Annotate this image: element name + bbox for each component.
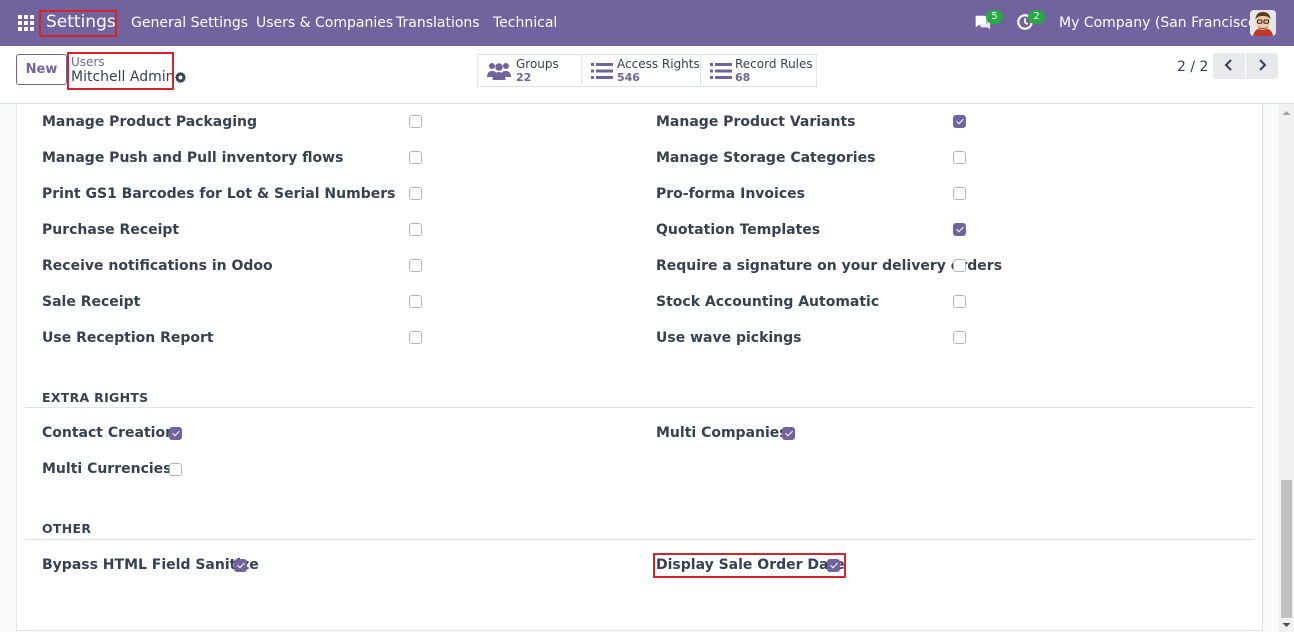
checkbox-require-signature[interactable] <box>953 259 966 272</box>
pager-previous-button[interactable] <box>1213 53 1245 79</box>
pager-value: 2 / 2 <box>1177 59 1209 75</box>
access-rights-stat-value: 546 <box>617 71 640 84</box>
checkbox-receive-notifications[interactable] <box>409 259 422 272</box>
checkbox-use-reception-report[interactable] <box>409 331 422 344</box>
checkbox-use-wave-pickings[interactable] <box>953 331 966 344</box>
menu-general-settings[interactable]: General Settings <box>131 15 248 31</box>
record-rules-stat-value: 68 <box>735 71 751 84</box>
pager-next-button[interactable] <box>1246 53 1278 79</box>
label-sale-receipt: Sale Receipt <box>42 294 141 310</box>
checkbox-multi-currencies[interactable] <box>169 463 182 476</box>
user-avatar[interactable] <box>1250 10 1276 36</box>
groups-stat-value: 22 <box>516 71 532 84</box>
label-manage-product-variants: Manage Product Variants <box>656 114 856 130</box>
checkbox-manage-product-packaging[interactable] <box>409 115 422 128</box>
section-divider <box>25 539 1254 540</box>
label-bypass-html-sanitize: Bypass HTML Field Sanitize <box>42 557 259 573</box>
access-rights-stat-button[interactable]: Access Rights 546 <box>581 54 701 87</box>
groups-stat-label: Groups <box>516 57 559 71</box>
label-multi-companies: Multi Companies <box>656 425 788 441</box>
list-icon <box>710 63 732 79</box>
label-contact-creation: Contact Creation <box>42 425 176 441</box>
messages-count-badge: 5 <box>986 10 1003 24</box>
checkbox-bypass-html-sanitize[interactable] <box>234 559 247 572</box>
breadcrumb-current-record: Mitchell Admin <box>71 69 175 85</box>
section-title-other: OTHER <box>42 521 92 536</box>
menu-technical[interactable]: Technical <box>493 15 557 31</box>
checkbox-purchase-receipt[interactable] <box>409 223 422 236</box>
checkbox-stock-accounting-automatic[interactable] <box>953 295 966 308</box>
new-button[interactable]: New <box>16 54 67 85</box>
checkbox-display-sale-order-date[interactable] <box>827 559 840 572</box>
top-navbar: Settings General Settings Users & Compan… <box>0 0 1294 46</box>
app-brand-settings[interactable]: Settings <box>40 10 122 37</box>
section-title-extra-rights: EXTRA RIGHTS <box>42 390 149 405</box>
record-rules-stat-button[interactable]: Record Rules 68 <box>700 54 817 87</box>
label-stock-accounting-automatic: Stock Accounting Automatic <box>656 294 880 310</box>
breadcrumb: Users Mitchell Admin <box>67 52 175 90</box>
menu-users-companies[interactable]: Users & Companies <box>256 15 393 31</box>
scroll-up-arrow-icon[interactable] <box>1281 108 1292 118</box>
list-icon <box>591 63 613 79</box>
scroll-down-arrow-icon[interactable] <box>1281 620 1292 630</box>
label-purchase-receipt: Purchase Receipt <box>42 222 180 238</box>
checkbox-contact-creation[interactable] <box>169 427 182 440</box>
access-rights-stat-label: Access Rights <box>617 57 700 71</box>
label-use-wave-pickings: Use wave pickings <box>656 330 802 346</box>
label-pro-forma-invoices: Pro-forma Invoices <box>656 186 805 202</box>
gear-icon[interactable] <box>174 71 187 84</box>
checkbox-print-gs1-barcodes[interactable] <box>409 187 422 200</box>
checkbox-manage-push-pull-flows[interactable] <box>409 151 422 164</box>
label-manage-storage-categories: Manage Storage Categories <box>656 150 876 166</box>
groups-stat-button[interactable]: Groups 22 <box>477 54 582 87</box>
activities-count-badge: 2 <box>1028 10 1045 24</box>
apps-grid-icon[interactable] <box>16 13 36 33</box>
users-group-icon <box>487 63 511 80</box>
checkbox-pro-forma-invoices[interactable] <box>953 187 966 200</box>
record-rules-stat-label: Record Rules <box>735 57 813 71</box>
label-manage-product-packaging: Manage Product Packaging <box>42 114 258 130</box>
label-manage-push-pull-flows: Manage Push and Pull inventory flows <box>42 150 344 166</box>
scrollbar-thumb[interactable] <box>1281 480 1292 618</box>
chevron-left-icon <box>1224 58 1232 71</box>
label-display-sale-order-date: Display Sale Order Date <box>656 557 845 573</box>
label-print-gs1-barcodes: Print GS1 Barcodes for Lot & Serial Numb… <box>42 186 396 202</box>
checkbox-manage-storage-categories[interactable] <box>953 151 966 164</box>
checkbox-quotation-templates[interactable] <box>953 223 966 236</box>
label-use-reception-report: Use Reception Report <box>42 330 214 346</box>
label-require-signature: Require a signature on your delivery ord… <box>656 258 1003 274</box>
checkbox-multi-companies[interactable] <box>782 427 795 440</box>
checkbox-manage-product-variants[interactable] <box>953 115 966 128</box>
breadcrumb-users-link[interactable]: Users <box>71 55 170 69</box>
chevron-right-icon <box>1259 58 1267 71</box>
section-divider <box>25 407 1254 408</box>
menu-translations[interactable]: Translations <box>396 15 480 31</box>
checkbox-sale-receipt[interactable] <box>409 295 422 308</box>
label-quotation-templates: Quotation Templates <box>656 222 821 238</box>
label-receive-notifications: Receive notifications in Odoo <box>42 258 273 274</box>
company-switcher[interactable]: My Company (San Francisco) <box>1059 15 1262 31</box>
control-panel: New Users Mitchell Admin Groups 22 Acces… <box>0 46 1294 104</box>
label-multi-currencies: Multi Currencies <box>42 461 172 477</box>
form-sheet: Manage Product Packaging Manage Product … <box>16 104 1263 631</box>
